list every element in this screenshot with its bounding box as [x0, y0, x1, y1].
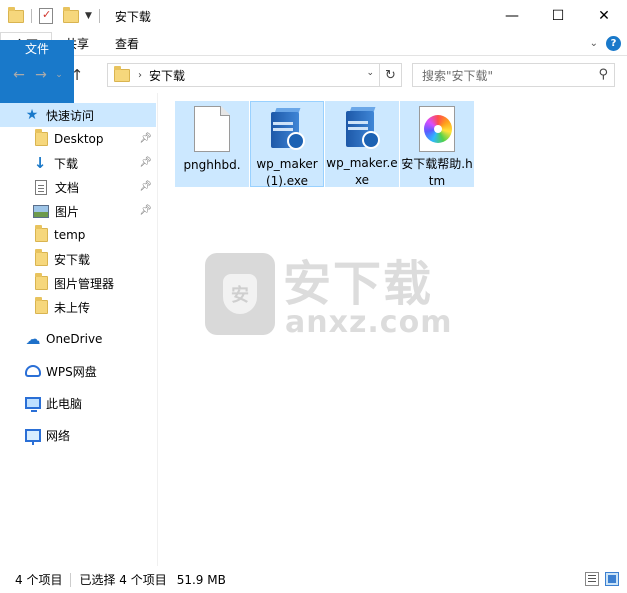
details-view-icon[interactable]: [585, 572, 599, 586]
download-arrow-icon: ↓: [33, 154, 47, 172]
search-input[interactable]: 搜索"安下载" ⚲: [412, 63, 615, 87]
folder-icon: [35, 273, 48, 290]
picture-icon: [33, 204, 49, 218]
file-item[interactable]: wp_maker (1).exe: [250, 101, 324, 188]
ribbon-tabs: 文件 主页 共享 查看 ⌄ ?: [0, 32, 627, 126]
minimize-button[interactable]: —: [489, 0, 535, 32]
navigation-pane: ★ 快速访问 Desktop 📌︎ ↓ 下载 📌︎ 文档 📌︎ 图片 📌︎ te…: [0, 93, 157, 566]
network-icon: [25, 428, 41, 445]
maximize-button[interactable]: ☐: [535, 0, 581, 32]
search-placeholder: 搜索"安下载": [422, 68, 494, 83]
folder-icon: [35, 225, 48, 242]
shield-logo-icon: 安: [205, 253, 275, 335]
sidebar-item-network[interactable]: 网络: [0, 423, 156, 447]
navigation-bar: ← → ⌄ ↑ › 安下载 ⌄ ↻ 搜索"安下载" ⚲: [0, 57, 627, 93]
sidebar-item-wps-drive[interactable]: WPS网盘: [0, 359, 156, 383]
file-name: wp_maker.exe: [326, 156, 398, 187]
sidebar-item-downloads[interactable]: ↓ 下载 📌︎: [0, 151, 156, 175]
pin-icon[interactable]: 📌︎: [139, 181, 152, 192]
document-icon: [35, 179, 47, 195]
folder-icon: [8, 6, 24, 23]
blank-file-icon: [194, 106, 230, 152]
wps-cloud-icon: [25, 365, 41, 377]
sidebar-item-not-uploaded[interactable]: 未上传: [0, 295, 156, 319]
new-folder-icon[interactable]: [63, 6, 79, 23]
watermark: 安 安下载 anxz.com: [205, 253, 451, 343]
folder-icon: [114, 65, 130, 82]
pin-icon[interactable]: 📌︎: [139, 133, 152, 144]
pin-icon[interactable]: 📌︎: [139, 157, 152, 168]
selection-size: 51.9 MB: [176, 572, 226, 587]
folder-icon: [35, 249, 48, 266]
installer-icon: [267, 108, 307, 152]
sidebar-item-temp[interactable]: temp: [0, 223, 156, 247]
sidebar-item-anxz[interactable]: 安下载: [0, 247, 156, 271]
status-bar: 4 个项目 已选择 4 个项目 51.9 MB: [0, 566, 627, 593]
window-title: 安下载: [114, 9, 151, 24]
sidebar-item-desktop[interactable]: Desktop 📌︎: [0, 127, 156, 151]
sidebar-item-pictures[interactable]: 图片 📌︎: [0, 199, 156, 223]
expand-ribbon-chevron-icon[interactable]: ⌄: [590, 38, 598, 49]
breadcrumb-separator-icon[interactable]: ›: [138, 70, 142, 81]
item-count: 4 个项目: [15, 573, 63, 587]
installer-icon: [342, 107, 382, 151]
customize-toolbar-chevron-icon[interactable]: ▼: [85, 11, 92, 21]
sidebar-item-documents[interactable]: 文档 📌︎: [0, 175, 156, 199]
close-button[interactable]: ✕: [581, 0, 627, 32]
address-dropdown-icon[interactable]: ⌄: [366, 68, 374, 78]
properties-icon[interactable]: [39, 8, 53, 24]
cloud-icon: ☁: [25, 330, 41, 348]
file-item[interactable]: 安下载帮助.htm: [400, 101, 474, 188]
pane-divider[interactable]: [157, 93, 158, 566]
sidebar-item-onedrive[interactable]: ☁ OneDrive: [0, 327, 156, 351]
help-icon[interactable]: ?: [606, 36, 621, 51]
folder-icon: [35, 129, 48, 146]
sidebar-item-picture-manager[interactable]: 图片管理器: [0, 271, 156, 295]
pin-icon[interactable]: 📌︎: [139, 205, 152, 216]
forward-arrow-icon[interactable]: →: [30, 67, 52, 83]
computer-icon: [25, 397, 41, 412]
folder-icon: [35, 297, 48, 314]
html-file-icon: [419, 106, 455, 152]
address-bar[interactable]: › 安下载 ⌄ ↻: [107, 63, 402, 87]
large-icons-view-icon[interactable]: [605, 572, 619, 586]
file-item[interactable]: wp_maker.exe: [325, 101, 399, 187]
back-arrow-icon[interactable]: ←: [8, 67, 30, 83]
file-name: wp_maker (1).exe: [256, 157, 318, 188]
up-arrow-icon[interactable]: ↑: [66, 66, 88, 84]
tab-view[interactable]: 查看: [102, 32, 152, 55]
file-name: pnghhbd.: [183, 158, 241, 172]
quick-access-toolbar: ▼: [0, 6, 103, 24]
sidebar-item-this-pc[interactable]: 此电脑: [0, 391, 156, 415]
sidebar-item-quick-access[interactable]: ★ 快速访问: [0, 103, 156, 127]
file-name: 安下载帮助.htm: [401, 157, 473, 188]
breadcrumb[interactable]: 安下载: [149, 67, 185, 84]
selection-count: 已选择 4 个项目: [79, 573, 167, 587]
file-item[interactable]: pnghhbd.: [175, 101, 249, 187]
star-icon: ★: [25, 107, 39, 123]
search-icon[interactable]: ⚲: [598, 67, 608, 82]
refresh-icon[interactable]: ↻: [379, 64, 401, 86]
title-bar: ▼ 安下载 — ☐ ✕: [0, 0, 627, 32]
recent-locations-chevron-icon[interactable]: ⌄: [52, 70, 66, 80]
